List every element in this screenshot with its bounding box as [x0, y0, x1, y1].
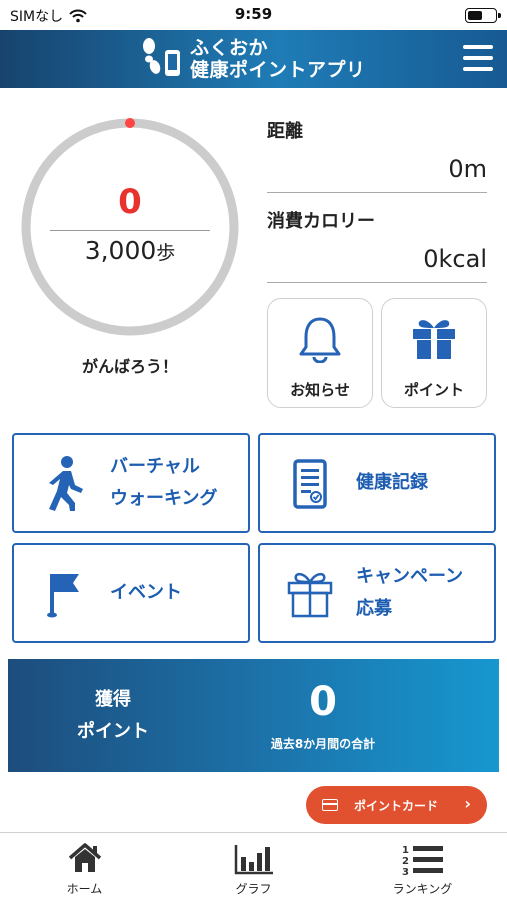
- earned-points-banner: 獲得 ポイント 0 過去8か月間の合計: [8, 659, 499, 772]
- health-record-label: 健康記録: [356, 471, 428, 493]
- points-button[interactable]: ポイント: [381, 298, 487, 408]
- distance-value: 0m: [448, 155, 487, 183]
- svg-text:3: 3: [402, 867, 409, 877]
- flag-icon: [47, 574, 79, 618]
- campaign-button[interactable]: キャンペーン 応募: [258, 543, 496, 643]
- app-header: ふくおか 健康ポイントアプリ: [0, 30, 507, 88]
- steps-goal-value: 3,000: [84, 236, 157, 265]
- notifications-button[interactable]: お知らせ: [267, 298, 373, 408]
- calorie-label: 消費カロリー: [267, 211, 375, 232]
- calorie-value: 0kcal: [423, 245, 487, 273]
- svg-text:2: 2: [402, 856, 409, 867]
- chevron-right-icon: ›: [464, 794, 471, 813]
- tab-home-label: ホーム: [66, 882, 103, 896]
- svg-text:1: 1: [402, 845, 409, 856]
- calorie-divider: [267, 282, 487, 283]
- app-logo: ふくおか 健康ポイントアプリ: [138, 36, 366, 82]
- clock: 9:59: [234, 5, 273, 23]
- virtual-walking-button[interactable]: バーチャル ウォーキング: [12, 433, 250, 533]
- steps-goal: 3,000歩: [20, 236, 240, 265]
- campaign-label: キャンペーン 応募: [356, 565, 464, 619]
- bottom-tab-bar: ホーム グラフ 1 2 3 ランキング: [0, 832, 507, 900]
- tab-graph-label: グラフ: [235, 882, 272, 896]
- tab-home[interactable]: ホーム: [0, 833, 169, 900]
- app-title-line1: ふくおか: [190, 37, 269, 59]
- distance-divider: [267, 192, 487, 193]
- card-icon: [322, 799, 338, 811]
- steps-divider: [50, 230, 210, 231]
- battery-icon: [465, 8, 501, 23]
- health-record-button[interactable]: 健康記録: [258, 433, 496, 533]
- steps-count: 0: [118, 182, 142, 222]
- hamburger-icon[interactable]: [463, 45, 493, 71]
- footprints-icon: [143, 38, 180, 76]
- ranking-list-icon: 1 2 3: [402, 845, 443, 877]
- tab-graph[interactable]: グラフ: [169, 833, 338, 900]
- point-card-label: ポイントカード: [354, 798, 439, 813]
- encouragement-message: がんばろう！: [81, 357, 178, 376]
- home-icon: [68, 843, 101, 872]
- event-button[interactable]: イベント: [12, 543, 250, 643]
- tab-ranking[interactable]: 1 2 3 ランキング: [338, 833, 507, 900]
- distance-label: 距離: [267, 121, 303, 142]
- point-card-button[interactable]: ポイントカード ›: [306, 786, 487, 824]
- tab-ranking-label: ランキング: [392, 882, 453, 896]
- earned-points-value: 0: [309, 679, 337, 725]
- gift-box-icon: [287, 572, 333, 618]
- step-progress-ring: 0 3,000歩: [20, 112, 240, 336]
- app-title-line2: 健康ポイントアプリ: [190, 59, 366, 81]
- points-label: ポイント: [403, 381, 464, 399]
- event-label: イベント: [110, 581, 182, 603]
- status-bar: SIMなし 9:59: [0, 0, 507, 30]
- progress-track: [21, 118, 239, 336]
- earned-points-note: 過去8か月間の合計: [270, 737, 376, 751]
- notifications-label: お知らせ: [290, 381, 350, 399]
- earned-points-label: 獲得 ポイント: [77, 688, 149, 742]
- bar-chart-icon: [234, 845, 273, 875]
- bell-icon: [299, 317, 341, 363]
- progress-marker: [125, 118, 135, 128]
- walking-person-icon: [49, 456, 83, 511]
- steps-goal-unit: 歩: [156, 242, 176, 264]
- health-record-icon: [293, 459, 327, 509]
- virtual-walking-label: バーチャル ウォーキング: [110, 455, 218, 509]
- gift-icon: [413, 320, 455, 359]
